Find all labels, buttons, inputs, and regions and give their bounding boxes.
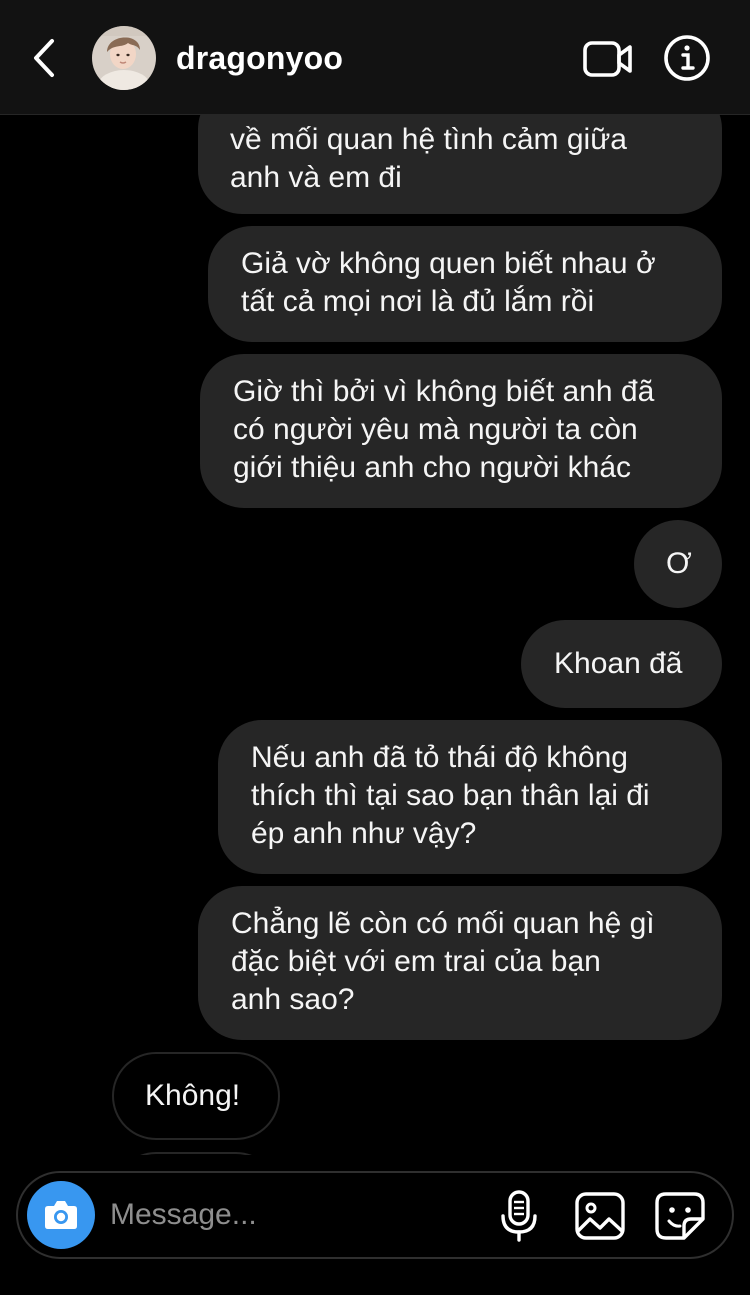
avatar-image <box>92 26 156 90</box>
camera-button[interactable] <box>27 1181 95 1249</box>
message-bubble-sent[interactable]: Giờ thì bởi vì không biết anh đã có ngườ… <box>200 354 722 508</box>
camera-icon <box>45 1201 77 1229</box>
message-bubble-received[interactable]: Không! <box>112 1052 280 1140</box>
info-icon <box>664 35 710 81</box>
image-icon <box>575 1192 625 1240</box>
chat-username[interactable]: dragonyoo <box>176 38 343 78</box>
message-bubble-sent[interactable]: Chẳng lẽ còn có mối quan hệ gì đặc biệt … <box>198 886 722 1040</box>
chat-header: dragonyoo <box>0 0 750 115</box>
message-bubble-received-partial[interactable] <box>112 1152 280 1155</box>
message-bubble-sent[interactable]: Ơ <box>634 520 722 608</box>
sticker-button[interactable] <box>654 1191 706 1241</box>
message-bubble-sent[interactable]: Nếu anh đã tỏ thái độ không thích thì tạ… <box>218 720 722 874</box>
back-button[interactable] <box>26 36 66 80</box>
voice-message-button[interactable] <box>498 1189 540 1243</box>
info-button[interactable] <box>663 34 711 82</box>
chevron-left-icon <box>34 39 54 77</box>
message-composer <box>16 1171 734 1259</box>
video-camera-icon <box>583 41 632 77</box>
message-bubble-sent[interactable]: Giả vờ không quen biết nhau ở tất cả mọi… <box>208 226 722 342</box>
message-thread[interactable]: về mối quan hệ tình cảm giữa anh và em đ… <box>0 115 750 1155</box>
message-bubble-sent[interactable]: Khoan đã <box>521 620 722 708</box>
gallery-button[interactable] <box>574 1191 626 1241</box>
message-bubble-sent[interactable]: về mối quan hệ tình cảm giữa anh và em đ… <box>198 115 722 214</box>
video-call-button[interactable] <box>582 38 634 80</box>
sticker-icon <box>655 1192 705 1240</box>
microphone-icon <box>501 1190 537 1242</box>
message-input[interactable] <box>110 1187 480 1243</box>
avatar[interactable] <box>92 26 156 90</box>
